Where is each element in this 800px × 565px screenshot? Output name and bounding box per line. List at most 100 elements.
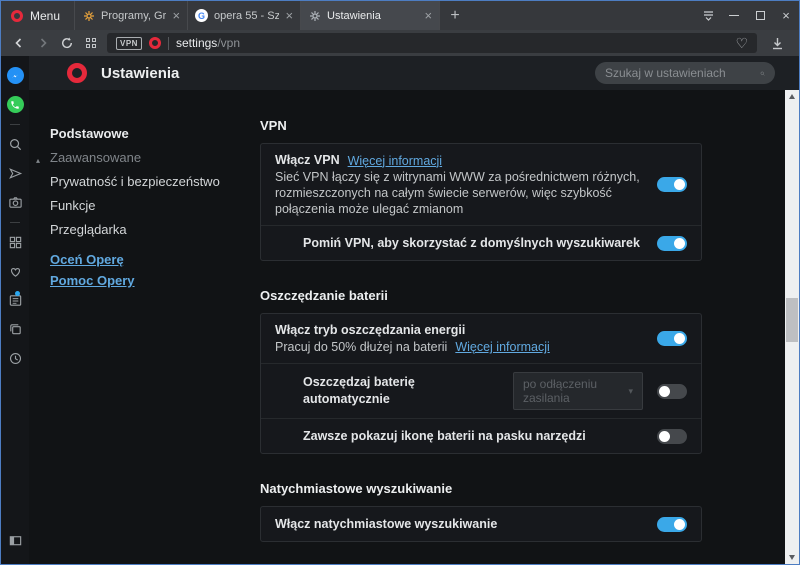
setting-label: Zawsze pokazuj ikonę baterii na pasku na…: [303, 429, 586, 443]
speed-dial-icon[interactable]: [8, 228, 23, 257]
bookmark-heart-icon[interactable]: ♡: [735, 36, 748, 50]
setting-row-battery-icon: Zawsze pokazuj ikonę baterii na pasku na…: [261, 418, 701, 453]
gear-icon: [82, 9, 95, 22]
tab-close-icon[interactable]: ×: [285, 11, 293, 21]
sidebar-divider: [10, 222, 20, 223]
setting-label: Oszczędzaj baterię automatycznie: [303, 374, 487, 408]
forward-icon[interactable]: [31, 36, 55, 50]
snapshot-icon[interactable]: [8, 188, 23, 217]
browser-window: Menu Programy, Gry, Kodeki, An × G opera…: [0, 0, 800, 565]
search-icon[interactable]: [8, 130, 23, 159]
setting-description: Pracuj do 50% dłużej na baterii: [275, 339, 447, 355]
new-tab-button[interactable]: +: [440, 1, 470, 30]
opera-menu-button[interactable]: Menu: [1, 1, 74, 30]
tab-google-search[interactable]: G opera 55 - Szukaj w Goog ×: [187, 1, 300, 30]
app-sidebar: [1, 56, 29, 564]
collapse-arrow-icon: ▴: [36, 153, 40, 169]
scroll-down-arrow[interactable]: [785, 551, 799, 564]
download-icon[interactable]: [765, 36, 789, 51]
more-info-link[interactable]: Więcej informacji: [455, 340, 549, 354]
sidebar-setup-icon[interactable]: [8, 526, 23, 555]
settings-page: Ustawienia Podstawowe ▴Zaawansowane Pryw…: [29, 56, 799, 564]
instant-search-toggle[interactable]: [657, 517, 687, 532]
setting-description: Sieć VPN łączy się z witrynami WWW za po…: [275, 169, 643, 217]
tab-programy[interactable]: Programy, Gry, Kodeki, An ×: [74, 1, 187, 30]
opera-help-link[interactable]: Pomoc Opery: [29, 273, 251, 289]
section-title-battery: Oszczędzanie baterii: [260, 288, 799, 303]
battery-icon-toggle[interactable]: [657, 429, 687, 444]
nav-item-podstawowe[interactable]: Podstawowe: [29, 126, 251, 142]
google-icon: G: [195, 9, 208, 22]
settings-nav: Podstawowe ▴Zaawansowane Prywatność i be…: [29, 90, 251, 564]
page-title: Ustawienia: [101, 65, 179, 82]
instant-search-card: Włącz natychmiastowe wyszukiwanie: [260, 506, 702, 542]
setting-row-enable-vpn: Włącz VPN Więcej informacji Sieć VPN łąc…: [261, 144, 701, 225]
speed-dial-icon[interactable]: [79, 38, 103, 48]
tab-close-icon[interactable]: ×: [424, 11, 432, 21]
settings-search[interactable]: [595, 62, 775, 84]
back-icon[interactable]: [7, 36, 31, 50]
setting-row-auto-battery: Oszczędzaj baterię automatycznie po odłą…: [261, 363, 701, 418]
vpn-badge[interactable]: VPN: [116, 37, 142, 50]
settings-header: Ustawienia: [29, 56, 799, 90]
auto-battery-toggle[interactable]: [657, 384, 687, 399]
chevron-down-icon: ▾: [628, 386, 633, 397]
setting-row-instant-search: Włącz natychmiastowe wyszukiwanie: [261, 507, 701, 541]
tab-menu-icon[interactable]: [695, 1, 721, 30]
vpn-card: Włącz VPN Więcej informacji Sieć VPN łąc…: [260, 143, 702, 261]
setting-label: Włącz natychmiastowe wyszukiwanie: [275, 517, 497, 531]
bookmarks-heart-icon[interactable]: [8, 257, 23, 286]
addressbar: VPN settings/vpn ♡: [1, 30, 799, 56]
setting-label: Włącz tryb oszczędzania energii: [275, 322, 643, 339]
close-button[interactable]: ×: [773, 1, 799, 30]
history-icon[interactable]: [8, 344, 23, 373]
url-separator: [168, 37, 169, 50]
tabs-icon[interactable]: [8, 315, 23, 344]
tab-close-icon[interactable]: ×: [172, 11, 180, 21]
minimize-button[interactable]: [721, 1, 747, 30]
url-field[interactable]: VPN settings/vpn ♡: [107, 33, 757, 53]
settings-search-input[interactable]: [605, 66, 760, 80]
nav-item-prywatnosc[interactable]: Prywatność i bezpieczeństwo: [29, 174, 251, 190]
setting-row-bypass-vpn: Pomiń VPN, aby skorzystać z domyślnych w…: [261, 225, 701, 260]
window-controls: ×: [695, 1, 799, 30]
my-flow-icon[interactable]: [8, 159, 23, 188]
scrollbar[interactable]: [785, 90, 799, 564]
enable-vpn-toggle[interactable]: [657, 177, 687, 192]
bypass-vpn-toggle[interactable]: [657, 236, 687, 251]
opera-logo-icon: [67, 63, 87, 83]
tab-label: Ustawienia: [327, 10, 418, 22]
whatsapp-icon[interactable]: [7, 90, 24, 119]
messenger-icon[interactable]: [7, 61, 24, 90]
more-info-link[interactable]: Więcej informacji: [348, 154, 442, 168]
setting-label: Włącz VPN: [275, 152, 340, 169]
sidebar-divider: [10, 124, 20, 125]
scrollbar-thumb[interactable]: [786, 298, 798, 342]
setting-label: Pomiń VPN, aby skorzystać z domyślnych w…: [303, 236, 640, 250]
setting-row-battery-saver: Włącz tryb oszczędzania energii Pracuj d…: [261, 314, 701, 363]
maximize-button[interactable]: [747, 1, 773, 30]
notification-dot: [15, 291, 20, 296]
tab-label: opera 55 - Szukaj w Goog: [214, 10, 279, 22]
titlebar: Menu Programy, Gry, Kodeki, An × G opera…: [1, 1, 799, 30]
settings-content: VPN Włącz VPN Więcej informacji Sieć VPN…: [251, 90, 799, 564]
section-title-instant-search: Natychmiastowe wyszukiwanie: [260, 481, 799, 496]
tab-ustawienia-active[interactable]: Ustawienia ×: [300, 1, 440, 30]
opera-page-icon: [149, 37, 161, 49]
battery-card: Włącz tryb oszczędzania energii Pracuj d…: [260, 313, 702, 454]
section-title-vpn: VPN: [260, 118, 799, 133]
gear-icon: [308, 9, 321, 22]
nav-item-zaawansowane[interactable]: ▴Zaawansowane: [29, 150, 251, 166]
menu-label: Menu: [30, 9, 60, 23]
battery-saver-toggle[interactable]: [657, 331, 687, 346]
search-icon: [760, 67, 765, 80]
tab-strip: Programy, Gry, Kodeki, An × G opera 55 -…: [74, 1, 440, 30]
nav-item-funkcje[interactable]: Funkcje: [29, 198, 251, 214]
rate-opera-link[interactable]: Oceń Operę: [29, 252, 251, 268]
scroll-up-arrow[interactable]: [785, 90, 799, 103]
nav-item-przegladarka[interactable]: Przeglądarka: [29, 222, 251, 238]
personal-news-icon[interactable]: [8, 286, 23, 315]
reload-icon[interactable]: [55, 36, 79, 50]
battery-mode-dropdown[interactable]: po odłączeniu zasilania ▾: [513, 372, 643, 410]
url-text: settings/vpn: [176, 36, 240, 50]
